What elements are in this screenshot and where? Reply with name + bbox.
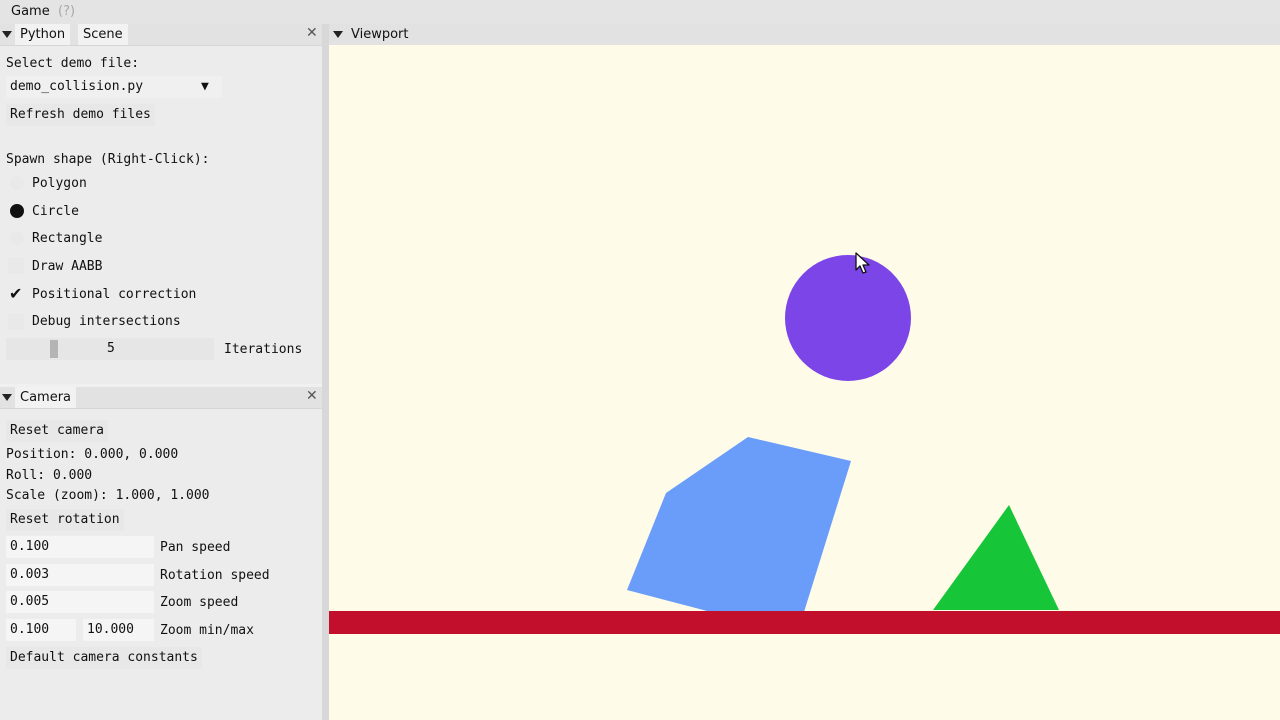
ground-body [329, 611, 1280, 634]
iterations-slider[interactable]: 5 [6, 338, 214, 360]
tab-camera[interactable]: Camera [15, 387, 77, 408]
refresh-demo-files-button[interactable]: Refresh demo files [6, 104, 155, 126]
zoom-max-input[interactable]: 10.000 [83, 619, 154, 641]
tab-viewport[interactable]: Viewport [346, 24, 414, 45]
dropdown-arrow-icon[interactable]: ▼ [201, 76, 209, 98]
polygon-body[interactable] [627, 437, 851, 612]
pan-speed-input[interactable]: 0.100 [6, 536, 154, 558]
radio-circle-label: Circle [32, 204, 79, 219]
iterations-value: 5 [107, 341, 115, 356]
viewport-canvas[interactable] [329, 45, 1280, 720]
camera-panel-header: Camera ✕ [0, 387, 322, 409]
checkbox-positional-correction[interactable]: ✔ [8, 284, 24, 303]
radio-rectangle-label: Rectangle [32, 231, 103, 246]
menu-game[interactable]: Game [11, 4, 50, 19]
demo-file-select[interactable]: demo_collision.py ▼ [6, 76, 222, 98]
checkbox-draw-aabb[interactable] [8, 258, 24, 274]
panel-splitter[interactable] [322, 24, 329, 720]
tab-scene[interactable]: Scene [78, 24, 128, 45]
triangle-body[interactable] [933, 505, 1059, 610]
draw-aabb-label: Draw AABB [32, 259, 103, 274]
pan-speed-label: Pan speed [160, 540, 231, 555]
radio-polygon-label: Polygon [32, 176, 87, 191]
checkbox-debug-intersections[interactable] [8, 314, 24, 330]
camera-panel: Reset camera Position: 0.000, 0.000 Roll… [0, 409, 322, 720]
debug-intersections-label: Debug intersections [32, 314, 181, 329]
close-icon[interactable]: ✕ [306, 25, 318, 41]
menu-help[interactable]: (?) [58, 4, 75, 19]
python-panel: Select demo file: demo_collision.py ▼ Re… [0, 46, 322, 384]
positional-correction-label: Positional correction [32, 287, 197, 302]
slider-grab-handle[interactable] [50, 340, 58, 358]
zoom-minmax-label: Zoom min/max [160, 623, 254, 638]
default-camera-constants-button[interactable]: Default camera constants [6, 647, 202, 669]
camera-position-text: Position: 0.000, 0.000 [6, 447, 179, 462]
selected-demo-file: demo_collision.py [10, 79, 144, 94]
checkmark-icon: ✔ [9, 284, 23, 303]
reset-rotation-button[interactable]: Reset rotation [6, 509, 124, 531]
reset-camera-button[interactable]: Reset camera [6, 420, 108, 442]
circle-body[interactable] [785, 255, 911, 381]
zoom-speed-label: Zoom speed [160, 595, 239, 610]
radio-polygon[interactable] [10, 176, 24, 190]
rotation-speed-input[interactable]: 0.003 [6, 564, 154, 586]
viewport-header: Viewport [329, 24, 1280, 46]
spawn-shape-label: Spawn shape (Right-Click): [6, 152, 210, 167]
scene-svg [329, 252, 1280, 634]
select-demo-label: Select demo file: [6, 56, 140, 71]
python-panel-header: Python Scene ✕ [0, 24, 322, 46]
collapse-triangle-icon[interactable] [333, 31, 343, 38]
tab-python[interactable]: Python [15, 24, 71, 45]
close-icon[interactable]: ✕ [306, 388, 318, 404]
radio-rectangle[interactable] [10, 231, 24, 245]
iterations-label: Iterations [224, 342, 303, 357]
zoom-speed-input[interactable]: 0.005 [6, 591, 154, 613]
camera-scale-text: Scale (zoom): 1.000, 1.000 [6, 488, 210, 503]
camera-roll-text: Roll: 0.000 [6, 468, 93, 483]
radio-circle[interactable] [10, 204, 24, 218]
menu-bar: Game (?) [0, 0, 1280, 25]
rotation-speed-label: Rotation speed [160, 568, 270, 583]
collapse-triangle-icon[interactable] [2, 394, 12, 401]
zoom-min-input[interactable]: 0.100 [6, 619, 76, 641]
collapse-triangle-icon[interactable] [2, 31, 12, 38]
